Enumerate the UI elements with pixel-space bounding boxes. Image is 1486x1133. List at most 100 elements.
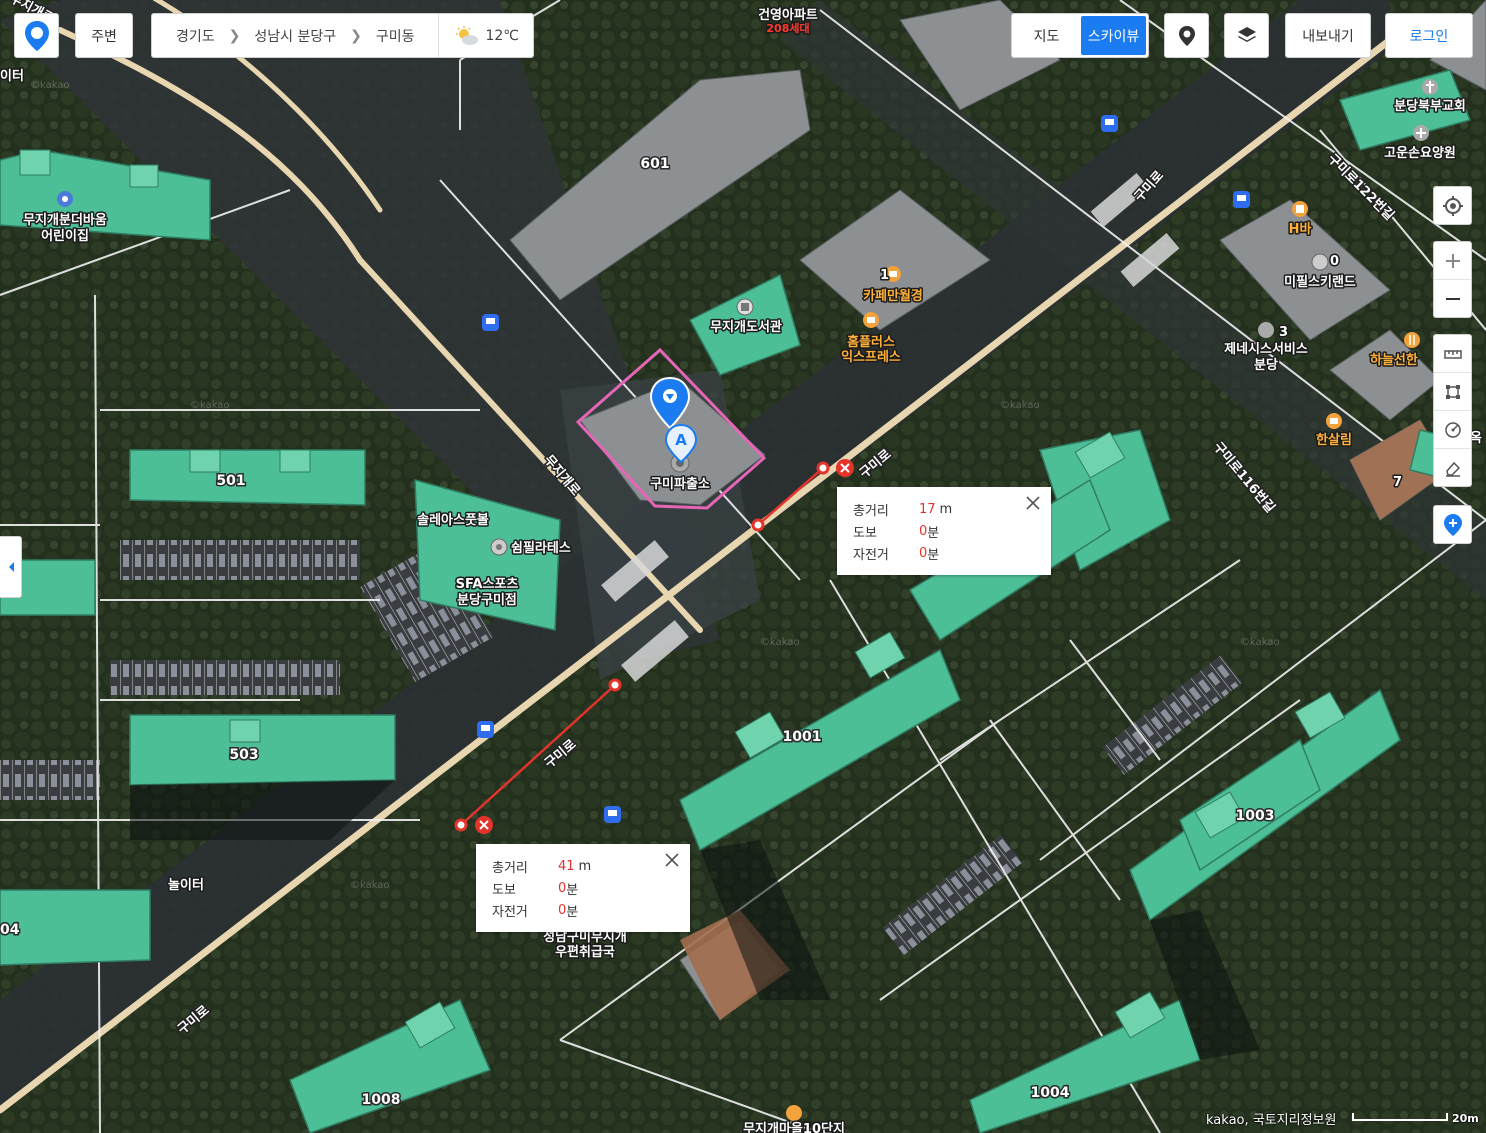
label-genesis-2[interactable]: 분당 xyxy=(1253,356,1280,375)
login-button[interactable]: 로그인 xyxy=(1385,13,1473,58)
label-cafe[interactable]: 카페만월경 xyxy=(862,287,925,306)
nearby-button[interactable]: 주변 xyxy=(75,13,133,58)
walk-time-unit: 분 xyxy=(566,882,579,898)
chevron-right-icon: ❯ xyxy=(228,27,241,44)
label-homeplus-2[interactable]: 익스프레스 xyxy=(840,348,903,367)
measure-tools xyxy=(1433,334,1472,487)
total-distance-label: 총거리 xyxy=(492,860,528,876)
chevron-right-icon: ❯ xyxy=(350,27,362,44)
export-button[interactable]: 내보내기 xyxy=(1285,13,1371,58)
watermark: ©kakao xyxy=(350,880,390,891)
poi-church-icon xyxy=(1422,79,1438,95)
total-distance-label: 총거리 xyxy=(853,503,889,519)
layers-icon xyxy=(1237,26,1256,42)
radius-tool-button[interactable] xyxy=(1434,410,1471,448)
zoom-control xyxy=(1433,241,1472,318)
bus-stop-icon xyxy=(482,314,499,331)
current-location-control xyxy=(1433,186,1472,225)
label-daycare-2[interactable]: 어린이집 xyxy=(40,227,91,246)
label-sfa-2[interactable]: 분당구미점 xyxy=(456,591,519,610)
poi-restaurant-icon xyxy=(1404,332,1420,348)
total-distance-value: 17 xyxy=(919,501,936,517)
bike-time-unit: 분 xyxy=(927,547,940,563)
label-pilates[interactable]: 쉼필라테스 xyxy=(510,539,573,558)
building-number: 601 xyxy=(640,156,669,172)
zoom-in-button[interactable] xyxy=(1434,242,1471,279)
watermark: ©kakao xyxy=(760,637,800,648)
bike-time-row: 자전거 0 분 xyxy=(492,899,674,921)
close-icon[interactable] xyxy=(1025,495,1041,511)
add-marker-button[interactable] xyxy=(1434,506,1471,543)
label-mipil[interactable]: 미필스키랜드 xyxy=(1283,273,1358,292)
poi-store-icon xyxy=(863,312,879,328)
distance-result-popup: 총거리 17 m 도보 0 분 자전거 0 분 xyxy=(837,487,1051,575)
total-distance-value: 41 xyxy=(558,858,575,874)
plus-icon xyxy=(1445,253,1460,268)
bike-time-row: 자전거 0 분 xyxy=(853,542,1035,564)
radius-icon xyxy=(1444,421,1461,438)
total-distance-unit: m xyxy=(578,858,592,874)
add-marker-control xyxy=(1433,505,1472,544)
label-apartment-units: 208세대 xyxy=(766,21,809,35)
eraser-tool-button[interactable] xyxy=(1434,448,1471,486)
building-number: 503 xyxy=(229,747,258,763)
label-partial-left[interactable]: 이터 xyxy=(0,67,25,86)
bike-time-label: 자전거 xyxy=(492,904,528,920)
crosshair-icon xyxy=(1442,195,1463,216)
poi-count: 7 xyxy=(1393,475,1402,490)
label-genesis-1[interactable]: 제네시스서비스 xyxy=(1223,340,1310,359)
label-pool[interactable]: 솔레아스풋볼 xyxy=(416,511,491,530)
breadcrumb-province[interactable]: 경기도 xyxy=(152,26,215,46)
label-playground[interactable]: 놀이터 xyxy=(167,876,206,895)
area-tool-button[interactable] xyxy=(1434,372,1471,410)
bus-stop-icon xyxy=(1233,191,1250,208)
distance-result-popup: 총거리 41 m 도보 0 분 자전거 0 분 xyxy=(476,844,690,932)
label-haneul[interactable]: 하늘선한 xyxy=(1369,351,1420,370)
roadview-button[interactable] xyxy=(1164,13,1209,58)
bike-time-value: 0 xyxy=(919,545,928,561)
poi-daycare-icon xyxy=(57,191,73,207)
weather-widget[interactable]: 12℃ xyxy=(438,14,533,57)
label-post-2[interactable]: 우편취급국 xyxy=(554,943,617,962)
watermark: ©kakao xyxy=(30,80,70,91)
walk-time-label: 도보 xyxy=(853,525,877,541)
label-homeplus-1[interactable]: 홈플러스 xyxy=(846,333,897,352)
building-number: 1001 xyxy=(783,729,822,745)
close-icon[interactable] xyxy=(664,852,680,868)
label-daycare-1[interactable]: 무지개분더바움 xyxy=(22,211,109,230)
label-police[interactable]: 구미파출소 xyxy=(649,475,712,494)
poi-grocery-icon xyxy=(1326,413,1342,429)
side-panel-toggle[interactable] xyxy=(0,536,22,598)
label-apartment[interactable]: 건영아파트 xyxy=(757,6,820,25)
label-partial-bottom[interactable]: 무지개마을10단지 xyxy=(742,1120,847,1133)
label-sfa-1[interactable]: SFA스포츠 xyxy=(454,576,520,594)
label-hbar[interactable]: H바 xyxy=(1287,220,1313,239)
breadcrumb-dong[interactable]: 구미동 xyxy=(362,26,415,46)
distance-tool-button[interactable] xyxy=(1434,335,1471,372)
layers-button[interactable] xyxy=(1224,13,1269,58)
total-distance-row: 총거리 41 m xyxy=(492,855,674,877)
map-type-skyview-button[interactable]: 스카이뷰 xyxy=(1081,16,1146,55)
map-attribution: kakao, 국토지리정보원 xyxy=(1206,1113,1337,1128)
map-type-map-button[interactable]: 지도 xyxy=(1014,16,1079,55)
eraser-icon xyxy=(1445,461,1460,477)
label-church[interactable]: 분당북부교회 xyxy=(1393,97,1468,116)
minus-icon xyxy=(1445,297,1460,300)
skyview-map[interactable]: A 구미파출소 무지개도서관 카페만월경 홈플러스 익스프레스 분당북부교회 고… xyxy=(0,0,1486,1133)
walk-time-value: 0 xyxy=(919,523,928,539)
building-number: 501 xyxy=(216,473,245,489)
zoom-out-button[interactable] xyxy=(1434,279,1471,317)
watermark: ©kakao xyxy=(190,400,230,411)
poi-count: 1 xyxy=(880,268,889,283)
weather-temperature: 12℃ xyxy=(485,27,519,44)
map-pin-logo-icon xyxy=(24,20,49,51)
label-hospital[interactable]: 고운손요양원 xyxy=(1383,145,1458,163)
kakao-map-logo-button[interactable] xyxy=(14,13,59,58)
breadcrumb-city[interactable]: 성남시 분당구 xyxy=(240,26,336,46)
label-library[interactable]: 무지개도서관 xyxy=(709,318,784,337)
current-location-button[interactable] xyxy=(1434,187,1471,224)
bike-time-unit: 분 xyxy=(566,904,579,920)
building-number: 1004 xyxy=(1031,1085,1070,1101)
poi-hospital-icon xyxy=(1413,125,1429,141)
label-hansalim[interactable]: 한살림 xyxy=(1315,431,1354,450)
